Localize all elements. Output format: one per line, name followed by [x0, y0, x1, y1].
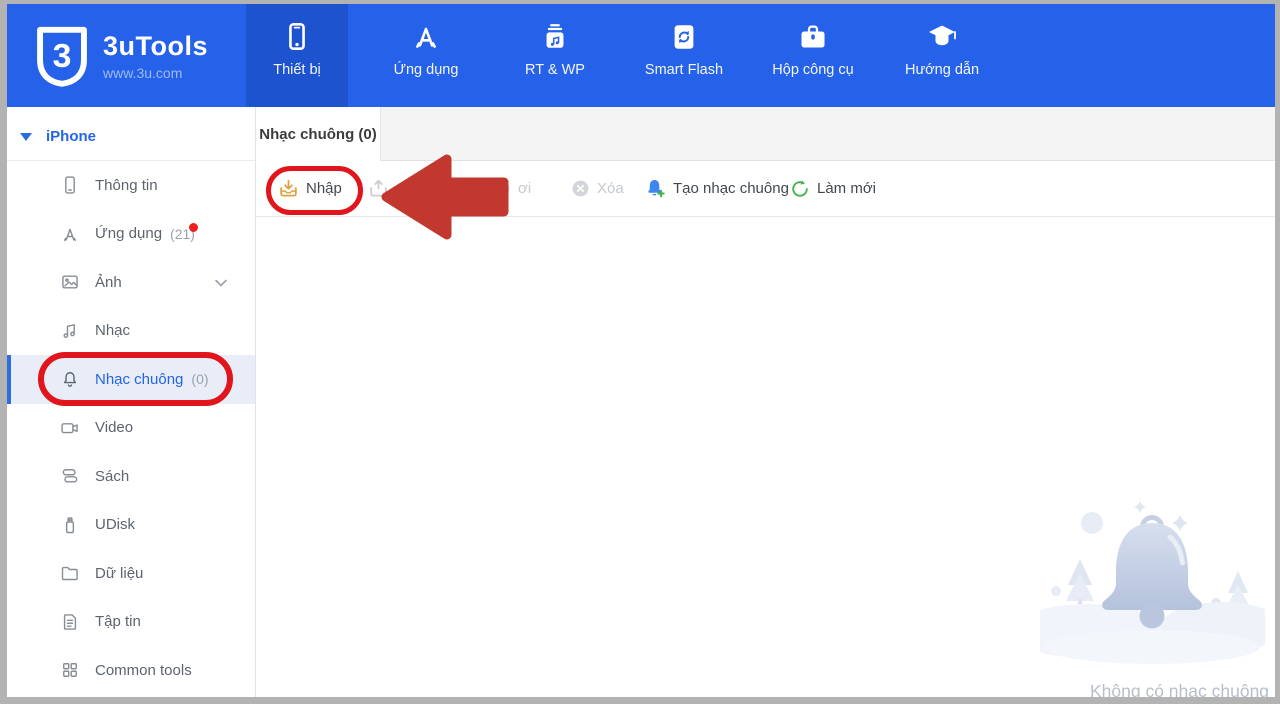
sidebar-item-photos[interactable]: Ảnh — [7, 258, 255, 307]
nav-tab-label: Smart Flash — [645, 62, 723, 78]
video-camera-icon — [60, 418, 80, 438]
flash-sync-icon — [669, 19, 699, 55]
sidebar-item-count: (0) — [191, 371, 208, 387]
sidebar-item-label: UDisk — [95, 516, 135, 533]
logo-text: 3uTools www.3u.com — [103, 31, 208, 81]
create-ringtone-button[interactable]: Tạo nhạc chuông — [645, 161, 789, 216]
sidebar-item-apps[interactable]: Ứng dụng (21) — [7, 210, 255, 259]
delete-button[interactable]: Xóa — [571, 161, 624, 216]
app-logo: 3 3uTools www.3u.com — [7, 4, 246, 107]
chevron-down-icon[interactable] — [215, 274, 227, 291]
import-button-label: Nhập — [306, 180, 342, 197]
refresh-button[interactable]: Làm mới — [790, 161, 876, 216]
main-panel: Nhạc chuông (0) Nhập ơi — [256, 107, 1275, 697]
appstore-icon — [411, 19, 441, 55]
logo-shield-icon: 3 — [35, 24, 89, 88]
app-website: www.3u.com — [103, 65, 208, 81]
delete-circle-icon — [571, 179, 590, 198]
play-circle-icon — [492, 179, 511, 198]
collapse-triangle-icon — [20, 133, 32, 141]
sidebar-item-video[interactable]: Video — [7, 404, 255, 453]
empty-state-bell-illustration — [1040, 497, 1265, 667]
refresh-icon — [790, 179, 810, 199]
refresh-button-label: Làm mới — [817, 180, 876, 197]
nav-tab-label: Ứng dụng — [394, 62, 459, 78]
usb-drive-icon — [60, 515, 80, 535]
sidebar-item-label: Ảnh — [95, 274, 122, 291]
nav-tab-label: Hướng dẫn — [905, 62, 979, 78]
folder-icon — [60, 563, 80, 583]
toolbar: Nhập ơi Xóa — [256, 161, 1275, 217]
nav-tab-toolbox[interactable]: Hộp công cụ — [762, 4, 864, 107]
tab-ringtones[interactable]: Nhạc chuông (0) — [256, 107, 381, 161]
nav-tab-label: RT & WP — [525, 62, 585, 78]
ringtone-list-area: Không có nhạc chuông — [256, 217, 1275, 697]
bell-plus-icon — [645, 178, 666, 199]
toolbox-icon — [797, 19, 829, 55]
device-name: iPhone — [46, 128, 96, 145]
sidebar-item-files[interactable]: Tập tin — [7, 598, 255, 647]
photo-icon — [60, 272, 80, 292]
play-button[interactable]: ơi — [492, 161, 531, 216]
sidebar-item-music[interactable]: Nhạc — [7, 307, 255, 356]
music-note-icon — [60, 321, 80, 341]
bell-icon — [60, 369, 80, 389]
graduation-cap-icon — [926, 19, 958, 55]
sidebar-item-label: Dữ liệu — [95, 565, 143, 582]
sidebar-item-label: Thông tin — [95, 177, 158, 194]
nav-tab-rt-wp[interactable]: RT & WP — [504, 4, 606, 107]
sidebar-item-common-tools[interactable]: Common tools — [7, 646, 255, 695]
header: 3 3uTools www.3u.com Thiết bị — [7, 4, 1275, 107]
create-ringtone-button-label: Tạo nhạc chuông — [673, 180, 789, 197]
sidebar-item-info[interactable]: Thông tin — [7, 161, 255, 210]
sidebar-item-udisk[interactable]: UDisk — [7, 501, 255, 550]
sidebar: iPhone Thông tin Ứng dụng (21) Ảnh — [7, 107, 256, 697]
nav-tab-guide[interactable]: Hướng dẫn — [891, 4, 993, 107]
appstore-icon — [60, 224, 80, 244]
empty-state-message: Không có nhạc chuông — [1090, 681, 1269, 697]
sidebar-item-label: Nhạc chuông — [95, 371, 183, 388]
smartphone-icon — [60, 175, 80, 195]
sidebar-item-label: Sách — [95, 468, 129, 485]
main-nav: Thiết bị Ứng dụng RT & WP — [246, 4, 1020, 107]
file-icon — [60, 612, 80, 632]
sidebar-item-label: Nhạc — [95, 322, 130, 339]
sidebar-item-data[interactable]: Dữ liệu — [7, 549, 255, 598]
notification-dot — [189, 223, 198, 232]
nav-tab-smart-flash[interactable]: Smart Flash — [633, 4, 735, 107]
import-icon — [278, 178, 299, 199]
nav-tab-apps[interactable]: Ứng dụng — [375, 4, 477, 107]
import-button[interactable]: Nhập — [278, 161, 342, 216]
nav-tab-label: Hộp công cụ — [772, 62, 853, 78]
sidebar-item-label: Video — [95, 419, 133, 436]
grid-icon — [60, 660, 80, 680]
app-name: 3uTools — [103, 31, 208, 62]
play-button-label: ơi — [518, 180, 531, 197]
sidebar-item-ringtones[interactable]: Nhạc chuông (0) — [7, 355, 255, 404]
app-window: 3 3uTools www.3u.com Thiết bị — [0, 0, 1280, 704]
sidebar-device-header[interactable]: iPhone — [7, 113, 255, 161]
svg-text:3: 3 — [53, 36, 72, 74]
sidebar-item-label: Tập tin — [95, 613, 141, 630]
ringtone-wallpaper-icon — [540, 19, 570, 55]
export-button[interactable] — [368, 161, 396, 216]
tab-strip: Nhạc chuông (0) — [256, 107, 1275, 161]
window-body: 3 3uTools www.3u.com Thiết bị — [7, 4, 1275, 697]
delete-button-label: Xóa — [597, 180, 624, 197]
export-icon — [368, 178, 389, 199]
sidebar-item-label: Common tools — [95, 662, 192, 679]
smartphone-icon — [282, 19, 312, 55]
nav-tab-label: Thiết bị — [273, 62, 321, 78]
sidebar-item-label: Ứng dụng — [95, 225, 162, 242]
nav-tab-device[interactable]: Thiết bị — [246, 4, 348, 107]
books-icon — [60, 466, 80, 486]
sidebar-item-books[interactable]: Sách — [7, 452, 255, 501]
